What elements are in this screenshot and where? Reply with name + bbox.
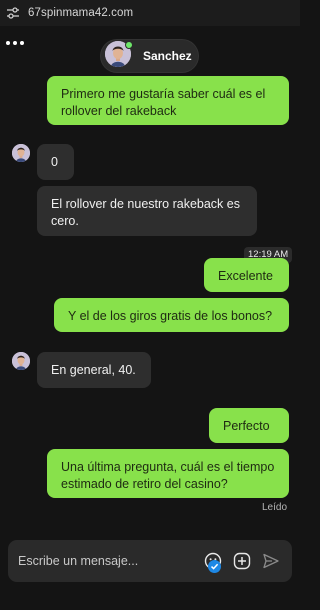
agent-name: Sanchez: [143, 49, 192, 63]
message-bubble-user: Y el de los giros gratis de los bonos?: [54, 298, 289, 332]
emoji-button[interactable]: [202, 550, 224, 573]
online-status-icon: [125, 41, 133, 49]
verified-check-icon: [208, 560, 221, 573]
add-icon: [233, 552, 251, 570]
chat-window: Sanchez Primero me gustaría saber cuál e…: [0, 26, 300, 610]
message-text: Primero me gustaría saber cuál es el rol…: [61, 87, 266, 118]
message-bubble-user: Perfecto: [209, 408, 289, 443]
more-options-icon[interactable]: [6, 41, 24, 45]
browser-url-bar[interactable]: 67spinmama42.com: [0, 0, 300, 26]
message-text: Y el de los giros gratis de los bonos?: [68, 309, 273, 323]
message-text: 0: [51, 155, 58, 169]
message-text: En general, 40.: [51, 363, 136, 377]
attach-button[interactable]: [231, 550, 253, 572]
message-bubble-user: Excelente: [204, 258, 289, 292]
message-text: El rollover de nuestro rakeback es cero.: [51, 197, 240, 228]
message-text: Perfecto: [223, 419, 270, 433]
dot: [20, 41, 24, 45]
agent-avatar-wrap: [105, 41, 135, 71]
dot: [13, 41, 17, 45]
agent-avatar-small: [12, 352, 30, 370]
agent-header[interactable]: Sanchez: [101, 40, 198, 72]
message-composer: [8, 540, 292, 582]
message-bubble-agent: El rollover de nuestro rakeback es cero.: [37, 186, 257, 236]
person-avatar-icon: [12, 144, 30, 162]
site-settings-icon[interactable]: [6, 6, 20, 20]
message-input[interactable]: [8, 540, 202, 582]
send-button[interactable]: [260, 550, 282, 572]
page-url[interactable]: 67spinmama42.com: [28, 7, 133, 19]
message-bubble-user: Una última pregunta, cuál es el tiempo e…: [47, 449, 289, 498]
message-bubble-user: Primero me gustaría saber cuál es el rol…: [47, 76, 289, 125]
agent-avatar-small: [12, 144, 30, 162]
person-avatar-icon: [12, 352, 30, 370]
dot: [6, 41, 10, 45]
message-bubble-agent: 0: [37, 144, 74, 180]
send-icon: [263, 553, 279, 569]
message-text: Una última pregunta, cuál es el tiempo e…: [61, 460, 275, 491]
message-bubble-agent: En general, 40.: [37, 352, 151, 388]
read-receipt: Leído: [262, 502, 288, 513]
message-text: Excelente: [218, 269, 273, 283]
